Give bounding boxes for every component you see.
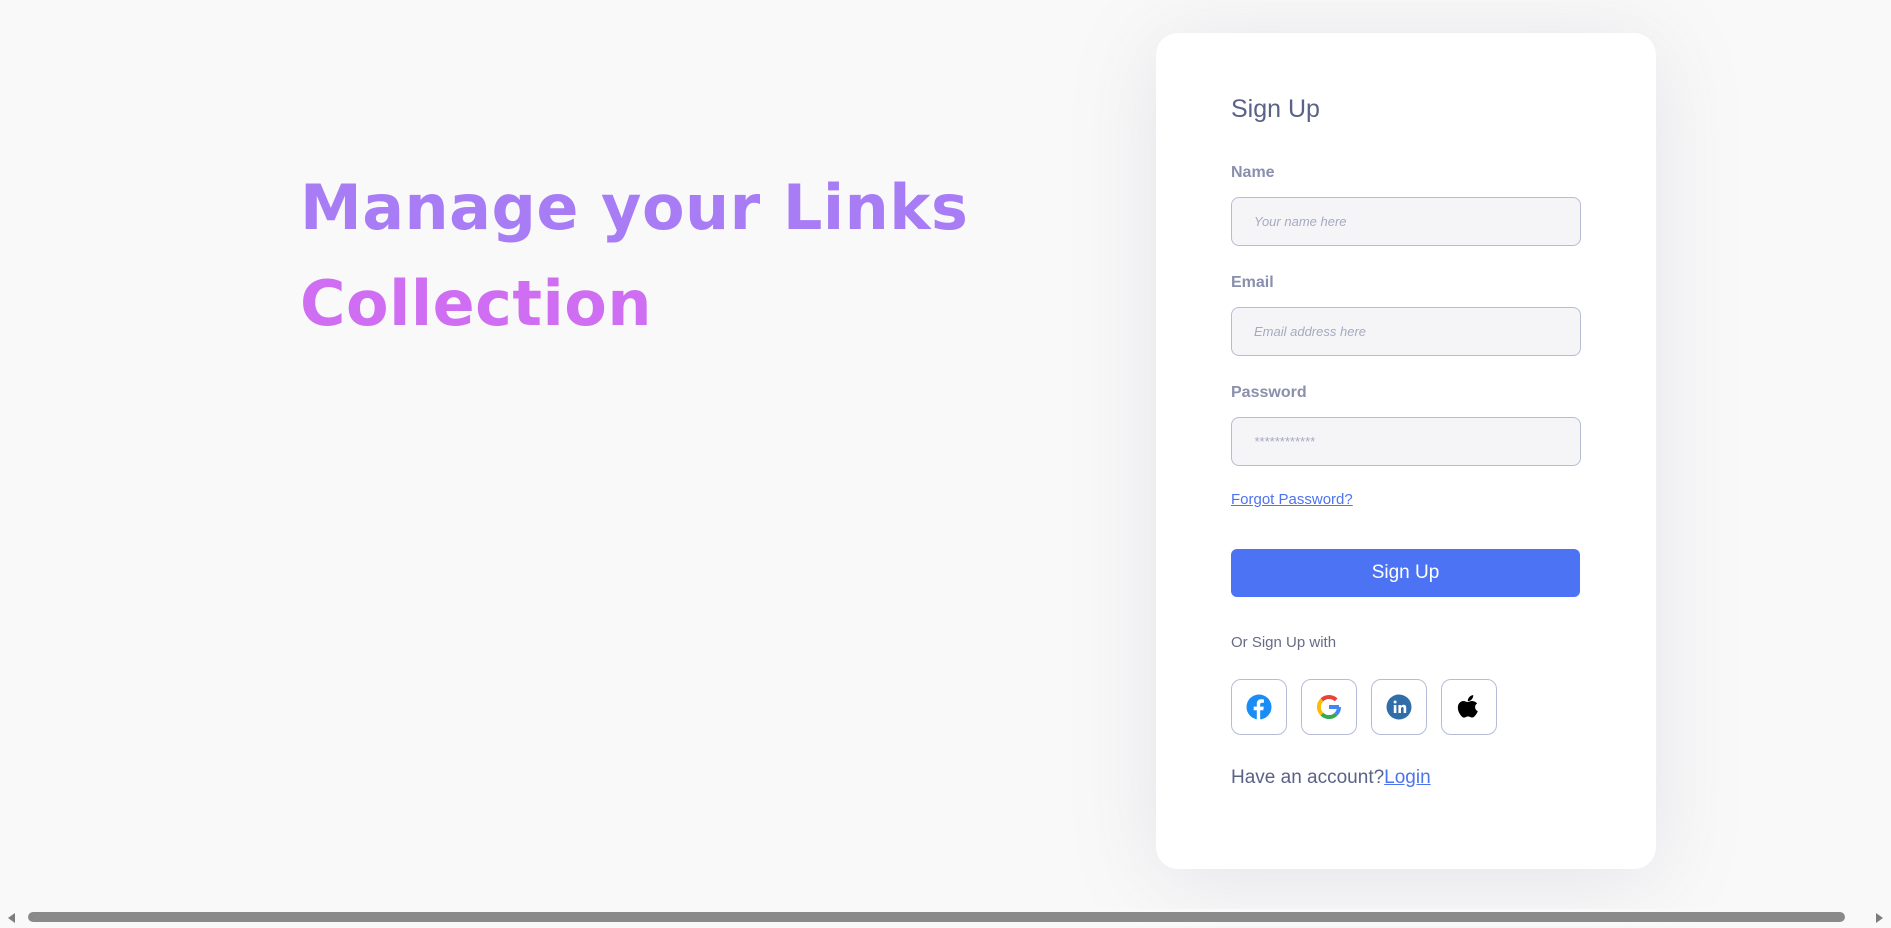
linkedin-icon xyxy=(1386,694,1412,720)
signup-card: Sign Up Name Email Password Forgot Passw… xyxy=(1156,33,1656,869)
facebook-icon xyxy=(1246,694,1272,720)
password-label: Password xyxy=(1231,384,1307,401)
forgot-password-link[interactable]: Forgot Password? xyxy=(1231,491,1353,508)
account-row: Have an account?Login xyxy=(1231,767,1431,789)
page: Manage your Links Collection Sign Up Nam… xyxy=(0,0,1891,928)
name-input[interactable] xyxy=(1231,197,1581,246)
account-text: Have an account? xyxy=(1231,767,1385,788)
social-buttons xyxy=(1231,679,1497,735)
facebook-button[interactable] xyxy=(1231,679,1287,735)
sign-up-button[interactable]: Sign Up xyxy=(1231,549,1580,597)
hero-title-line2: Collection xyxy=(300,267,653,340)
google-button[interactable] xyxy=(1301,679,1357,735)
email-label: Email xyxy=(1231,274,1274,291)
name-label: Name xyxy=(1231,164,1275,181)
hero-title-line1: Manage your Links xyxy=(300,171,969,244)
scroll-left-icon[interactable] xyxy=(8,913,15,923)
password-input[interactable] xyxy=(1231,417,1581,466)
scrollbar-thumb[interactable] xyxy=(28,912,1845,922)
email-input[interactable] xyxy=(1231,307,1581,356)
google-icon xyxy=(1316,694,1342,720)
scroll-right-icon[interactable] xyxy=(1876,913,1883,923)
linkedin-button[interactable] xyxy=(1371,679,1427,735)
horizontal-scrollbar[interactable] xyxy=(0,909,1891,926)
apple-button[interactable] xyxy=(1441,679,1497,735)
social-label: Or Sign Up with xyxy=(1231,634,1337,651)
hero-title: Manage your Links Collection xyxy=(300,160,968,352)
apple-icon xyxy=(1457,695,1478,718)
card-title: Sign Up xyxy=(1231,95,1320,123)
login-link[interactable]: Login xyxy=(1384,767,1431,788)
